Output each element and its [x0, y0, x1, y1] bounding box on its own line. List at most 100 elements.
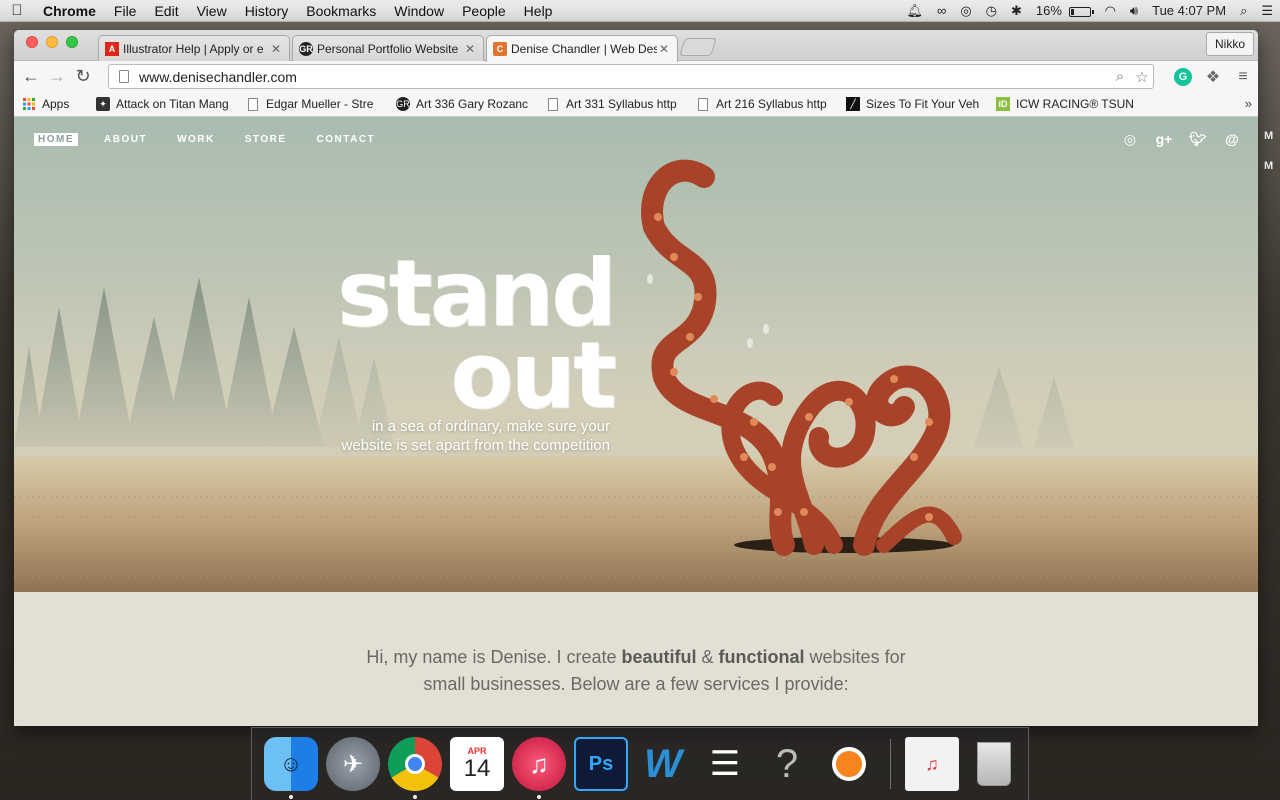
tab-title: Illustrator Help | Apply or e: [123, 41, 264, 56]
menu-history[interactable]: History: [236, 3, 298, 19]
nav-store[interactable]: STORE: [241, 133, 291, 146]
dribbble-icon[interactable]: ◎: [1120, 131, 1140, 148]
id-icon: iD: [996, 97, 1010, 111]
unknown-app-icon[interactable]: ?: [760, 737, 814, 791]
hero-section: HOME ABOUT WORK STORE CONTACT ◎ g+ 🐦︎ @ …: [14, 117, 1258, 592]
tab-personal-portfolio[interactable]: GR Personal Portfolio Website ✕: [292, 35, 484, 61]
desktop-icon-label[interactable]: M: [1258, 160, 1280, 190]
bookmark-art-336[interactable]: GR Art 336 Gary Rozanc: [388, 97, 538, 111]
bookmark-label: Edgar Mueller - Stre: [266, 97, 374, 111]
profile-button[interactable]: Nikko: [1205, 32, 1254, 56]
voice-app-icon[interactable]: ☰: [698, 737, 752, 791]
tab-strip: A Illustrator Help | Apply or e ✕ GR Per…: [14, 30, 1258, 62]
menu-file[interactable]: File: [105, 3, 146, 19]
zoom-window-button[interactable]: [66, 36, 78, 48]
google-plus-icon[interactable]: g+: [1154, 131, 1174, 148]
notification-bell-icon[interactable]: 🔔︎: [900, 3, 931, 19]
close-tab-icon[interactable]: ✕: [657, 42, 671, 56]
notification-center-icon[interactable]: ☰: [1254, 3, 1280, 19]
intro-line: small businesses. Below are a few servic…: [423, 674, 849, 694]
bookmark-edgar-mueller[interactable]: Edgar Mueller - Stre: [238, 97, 388, 111]
menu-bookmarks[interactable]: Bookmarks: [297, 3, 385, 19]
minimize-window-button[interactable]: [46, 36, 58, 48]
trash-icon[interactable]: [967, 737, 1021, 791]
close-tab-icon[interactable]: ✕: [269, 42, 283, 56]
chrome-icon[interactable]: [388, 737, 442, 799]
tagline-line: in a sea of ordinary, make sure your: [371, 418, 610, 435]
bookmarks-bar: Apps ✦ Attack on Titan Mang Edgar Muelle…: [14, 92, 1258, 117]
menu-view[interactable]: View: [188, 3, 236, 19]
close-window-button[interactable]: [26, 36, 38, 48]
avast-icon[interactable]: [822, 737, 876, 791]
sizes-icon: ╱: [846, 97, 860, 111]
doc-icon: [246, 97, 260, 111]
volume-icon[interactable]: 🔊︎: [1123, 3, 1145, 19]
nav-about[interactable]: ABOUT: [100, 133, 151, 146]
c-icon: C: [493, 42, 507, 56]
finder-icon[interactable]: ☺: [264, 737, 318, 799]
doc-icon: [546, 97, 560, 111]
nav-home[interactable]: HOME: [34, 133, 78, 146]
calendar-icon[interactable]: APR 14: [450, 737, 504, 791]
intro-text: &: [696, 647, 719, 667]
back-arrow-icon[interactable]: ←: [18, 64, 44, 90]
nav-work[interactable]: WORK: [173, 133, 219, 146]
bluetooth-icon[interactable]: ✱: [1004, 3, 1029, 19]
desktop-icon-label[interactable]: M: [1258, 130, 1280, 160]
time-machine-icon[interactable]: ◷: [979, 3, 1004, 19]
nav-contact[interactable]: CONTACT: [313, 133, 380, 146]
grammarly-extension-icon[interactable]: G: [1168, 64, 1198, 89]
apps-grid-icon: [22, 97, 36, 111]
site-navigation: HOME ABOUT WORK STORE CONTACT: [34, 133, 379, 146]
bookmark-attack-on-titan[interactable]: ✦ Attack on Titan Mang: [88, 97, 238, 111]
menu-app-name[interactable]: Chrome: [34, 3, 105, 19]
twitter-icon[interactable]: 🐦︎: [1188, 131, 1208, 148]
photoshop-icon[interactable]: Ps: [574, 737, 628, 791]
close-tab-icon[interactable]: ✕: [463, 42, 477, 56]
apple-menu-icon[interactable]: : [0, 2, 34, 19]
bookmark-apps[interactable]: Apps: [14, 97, 88, 111]
bookmark-icw-racing[interactable]: iD ICW RACING® TSUN: [988, 97, 1138, 111]
headline-line: out: [450, 322, 617, 429]
url-text[interactable]: www.denisechandler.com: [139, 69, 1109, 85]
tab-title: Denise Chandler | Web Des: [511, 42, 657, 56]
adobe-icon: A: [105, 41, 119, 56]
menu-edit[interactable]: Edit: [145, 3, 187, 19]
new-tab-button[interactable]: [679, 38, 717, 56]
page-info-icon[interactable]: [119, 70, 129, 83]
wordpress-w-icon[interactable]: W: [636, 737, 690, 791]
tab-denise-chandler[interactable]: C Denise Chandler | Web Des ✕: [486, 35, 678, 62]
clock[interactable]: Tue 4:07 PM: [1145, 3, 1233, 18]
creative-cloud-icon[interactable]: ∞: [930, 3, 953, 18]
chrome-menu-icon[interactable]: ≡: [1228, 64, 1258, 89]
tab-illustrator-help[interactable]: A Illustrator Help | Apply or e ✕: [98, 35, 290, 61]
menu-window[interactable]: Window: [385, 3, 453, 19]
forward-arrow-icon[interactable]: →: [44, 64, 70, 90]
bookmark-art-216[interactable]: Art 216 Syllabus http: [688, 97, 838, 111]
bookmark-sizes[interactable]: ╱ Sizes To Fit Your Veh: [838, 97, 988, 111]
gr-icon: GR: [299, 41, 313, 56]
launchpad-icon[interactable]: ✈: [326, 737, 380, 791]
downloads-stack-icon[interactable]: ♫: [905, 737, 959, 791]
spotlight-search-icon[interactable]: ⌕: [1233, 3, 1254, 19]
extensions-puzzle-icon[interactable]: ❖: [1198, 64, 1228, 89]
itunes-icon[interactable]: ♫: [512, 737, 566, 799]
bookmark-label: ICW RACING® TSUN: [1016, 97, 1134, 111]
grammarly-menu-icon[interactable]: ◎: [953, 3, 978, 19]
hero-tagline: in a sea of ordinary, make sure your web…: [304, 417, 610, 455]
bookmark-art-331[interactable]: Art 331 Syllabus http: [538, 97, 688, 111]
wifi-icon[interactable]: ◠: [1098, 3, 1123, 19]
doc-icon: [696, 97, 710, 111]
more-bookmarks-icon[interactable]: »: [1245, 96, 1252, 111]
menu-help[interactable]: Help: [515, 3, 562, 19]
battery-status[interactable]: 16%: [1029, 3, 1098, 18]
photoshop-label: Ps: [588, 752, 614, 775]
calendar-day: 14: [463, 755, 491, 782]
browser-toolbar: ← → ↻ www.denisechandler.com ⌕ ☆ G ❖ ≡: [14, 61, 1258, 92]
email-icon[interactable]: @: [1222, 131, 1242, 148]
reload-icon[interactable]: ↻: [70, 64, 96, 90]
search-icon[interactable]: ⌕: [1109, 68, 1131, 85]
menu-people[interactable]: People: [453, 3, 515, 19]
address-bar[interactable]: www.denisechandler.com ⌕ ☆: [108, 64, 1154, 89]
bookmark-star-icon[interactable]: ☆: [1131, 68, 1153, 86]
